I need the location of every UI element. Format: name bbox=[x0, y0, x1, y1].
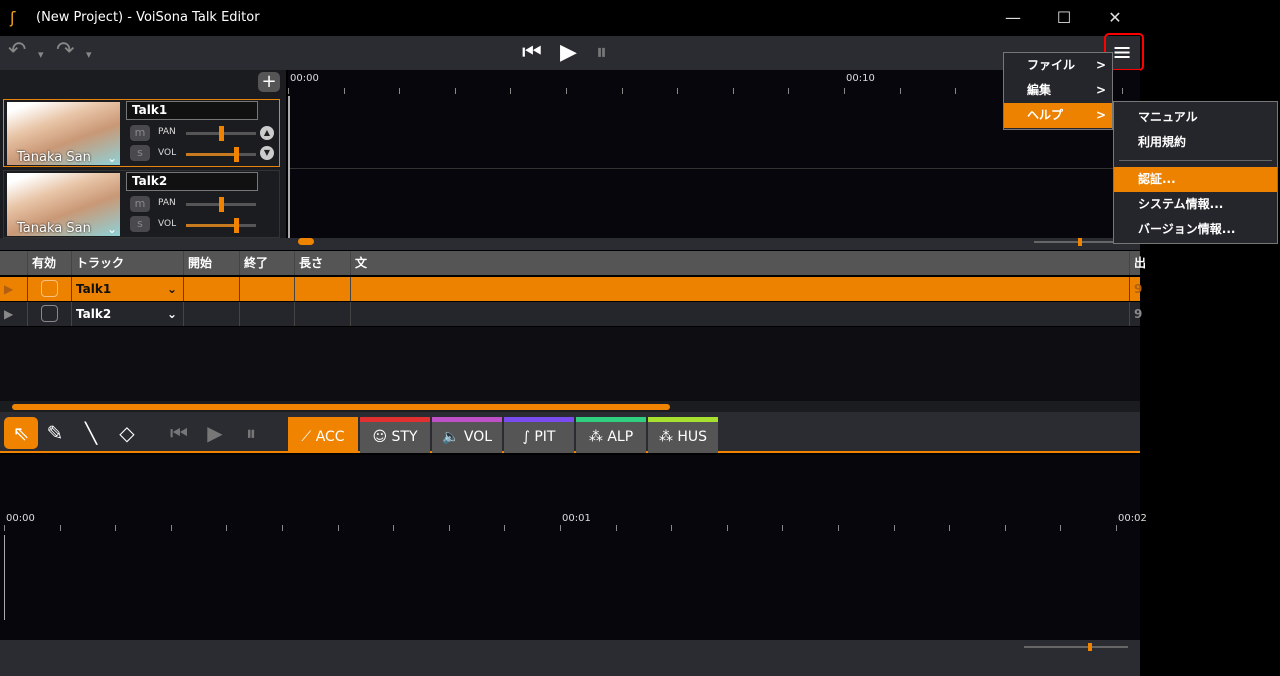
text-cell[interactable] bbox=[351, 302, 1130, 326]
parameter-graph[interactable]: 00:00 00:01 00:02 bbox=[0, 455, 1147, 640]
voice-avatar[interactable]: Tanaka San ⌄ bbox=[7, 173, 120, 236]
move-up-icon[interactable]: ▲ bbox=[260, 126, 274, 140]
rewind-button[interactable]: ⏮ bbox=[522, 40, 542, 65]
redo-button[interactable]: ↷ bbox=[56, 38, 74, 63]
zoom-bar bbox=[0, 640, 1140, 676]
window-title: (New Project) - VoiSona Talk Editor bbox=[36, 10, 260, 25]
undo-dropdown-icon[interactable]: ▾ bbox=[38, 48, 44, 61]
table-empty-area bbox=[0, 327, 1140, 401]
play-row-icon[interactable]: ▶ bbox=[0, 277, 28, 301]
menu-item-manual[interactable]: マニュアル bbox=[1114, 105, 1277, 130]
menu-item-activation[interactable]: 認証... bbox=[1114, 167, 1277, 192]
enabled-checkbox[interactable] bbox=[41, 280, 58, 297]
zoom-slider[interactable] bbox=[1088, 643, 1092, 651]
ruler-label: 00:10 bbox=[846, 73, 875, 84]
track-name-field[interactable]: Talk1 bbox=[126, 101, 258, 120]
pan-slider[interactable] bbox=[186, 197, 256, 212]
track-row[interactable]: Tanaka San ⌄ Talk2 m s PAN VOL bbox=[3, 170, 280, 238]
text-cell[interactable] bbox=[351, 277, 1130, 301]
play-icon[interactable]: ▶ bbox=[198, 417, 232, 449]
pause-button[interactable]: ⏸ bbox=[596, 40, 607, 65]
maximize-button[interactable]: ☐ bbox=[1049, 8, 1079, 27]
pan-label: PAN bbox=[158, 127, 176, 137]
menu-item-version-info[interactable]: バージョン情報... bbox=[1114, 217, 1277, 242]
mute-button[interactable]: m bbox=[130, 125, 150, 141]
table-row[interactable]: ▶ Talk1 ⌄ 9 bbox=[0, 277, 1142, 301]
menu-separator bbox=[1119, 160, 1272, 161]
col-text[interactable]: 文 bbox=[351, 251, 1130, 275]
col-length[interactable]: 長さ bbox=[295, 251, 351, 275]
menu-item-edit[interactable]: 編集 > bbox=[1004, 78, 1112, 103]
tab-pit[interactable]: ∫ PIT bbox=[504, 417, 574, 453]
editor-toolbar: ⇖ ✎ ╲ ◇ ⏮ ▶ ⏸ ⟋ ACC ☺ STY 🔈 VOL ∫ PIT ⁂ ALP ⁂… bbox=[0, 412, 1140, 453]
tab-alp[interactable]: ⁂ ALP bbox=[576, 417, 646, 453]
tab-hus[interactable]: ⁂ HUS bbox=[648, 417, 718, 453]
hamburger-menu-button[interactable]: ≡ bbox=[1112, 38, 1132, 66]
ruler-label: 00:00 bbox=[6, 513, 35, 524]
pause-icon[interactable]: ⏸ bbox=[234, 417, 268, 449]
eraser-tool-icon[interactable]: ◇ bbox=[110, 417, 144, 449]
rewind-icon[interactable]: ⏮ bbox=[162, 417, 196, 449]
table-scrollbar[interactable] bbox=[0, 401, 1140, 412]
col-enabled[interactable]: 有効 bbox=[28, 251, 72, 275]
menu-item-terms[interactable]: 利用規約 bbox=[1114, 130, 1277, 155]
move-down-icon[interactable]: ▼ bbox=[260, 146, 274, 160]
play-row-icon[interactable]: ▶ bbox=[0, 302, 28, 326]
main-menu: ファイル > 編集 > ヘルプ > bbox=[1003, 52, 1113, 130]
voice-avatar[interactable]: Tanaka San ⌄ bbox=[7, 102, 120, 165]
vol-slider[interactable] bbox=[186, 218, 256, 233]
track-name-field[interactable]: Talk2 bbox=[126, 172, 258, 191]
minimize-button[interactable]: — bbox=[998, 8, 1028, 27]
pan-label: PAN bbox=[158, 198, 176, 208]
vol-slider[interactable] bbox=[186, 147, 256, 162]
ruler-label: 00:02 bbox=[1118, 513, 1147, 524]
menu-item-file[interactable]: ファイル > bbox=[1004, 53, 1112, 78]
mute-button[interactable]: m bbox=[130, 196, 150, 212]
add-track-button[interactable]: + bbox=[258, 72, 280, 92]
undo-button[interactable]: ↶ bbox=[8, 38, 26, 63]
enabled-checkbox[interactable] bbox=[41, 305, 58, 322]
menu-item-system-info[interactable]: システム情報... bbox=[1114, 192, 1277, 217]
close-button[interactable]: ✕ bbox=[1100, 8, 1130, 27]
tab-acc[interactable]: ⟋ ACC bbox=[288, 417, 358, 453]
help-submenu: マニュアル 利用規約 認証... システム情報... バージョン情報... bbox=[1113, 101, 1278, 244]
ruler-label: 00:00 bbox=[290, 73, 319, 84]
vol-label: VOL bbox=[158, 219, 177, 229]
col-output[interactable]: 出 bbox=[1130, 251, 1146, 275]
col-track[interactable]: トラック bbox=[72, 251, 184, 275]
redo-dropdown-icon[interactable]: ▾ bbox=[86, 48, 92, 61]
line-tool-icon[interactable]: ╲ bbox=[74, 417, 108, 449]
col-end[interactable]: 終了 bbox=[240, 251, 295, 275]
solo-button[interactable]: s bbox=[130, 145, 150, 161]
tab-sty[interactable]: ☺ STY bbox=[360, 417, 430, 453]
tab-vol[interactable]: 🔈 VOL bbox=[432, 417, 502, 453]
menu-item-help[interactable]: ヘルプ > bbox=[1004, 103, 1112, 128]
table-header: 有効 トラック 開始 終了 長さ 文 出 bbox=[0, 251, 1146, 275]
solo-button[interactable]: s bbox=[130, 216, 150, 232]
col-start[interactable]: 開始 bbox=[184, 251, 240, 275]
vol-label: VOL bbox=[158, 148, 177, 158]
track-select[interactable]: Talk2 ⌄ bbox=[72, 302, 184, 326]
table-row[interactable]: ▶ Talk2 ⌄ 9 bbox=[0, 302, 1142, 326]
pen-tool-icon[interactable]: ✎ bbox=[38, 417, 72, 449]
track-select[interactable]: Talk1 ⌄ bbox=[72, 277, 184, 301]
track-scrollbar[interactable] bbox=[0, 238, 1140, 250]
select-tool-icon[interactable]: ⇖ bbox=[4, 417, 38, 449]
pan-slider[interactable] bbox=[186, 126, 256, 141]
app-logo-icon: ʃ bbox=[10, 8, 16, 27]
play-button[interactable]: ▶ bbox=[560, 40, 577, 65]
ruler-label: 00:01 bbox=[562, 513, 591, 524]
track-row[interactable]: Tanaka San ⌄ Talk1 m s PAN VOL ▲ ▼ bbox=[3, 99, 280, 167]
